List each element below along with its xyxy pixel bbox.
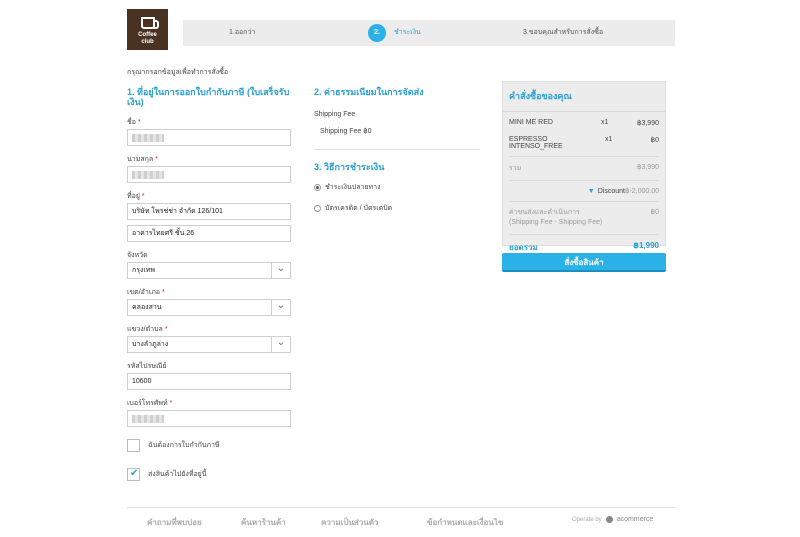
summary-separator [509,156,659,157]
summary-title: คำสั่งซื้อของคุณ [503,82,665,112]
operate-label: Operate by [572,516,602,523]
billing-title: 1. ที่อยู่ในการออกใบกำกับภาษี (ใบเสร็จรั… [127,87,290,107]
coffee-club-logo[interactable]: Coffee club [127,9,168,50]
province-label: จังหวัด [127,252,148,259]
footer-link-terms[interactable]: ข้อกำหนดและเงื่อนไข [427,516,503,529]
payment-option-card[interactable]: บัตรเครดิต / บัตรเดบิต [314,203,480,214]
tax-invoice-label: ฉันต้องการใบกำกับภาษี [148,442,220,449]
last-name-input[interactable] [127,166,291,183]
address-line1-input[interactable]: บริษัท โพรช่ช่า จำกัด 126/101 [127,203,291,220]
step-2: 2. ชำระเงิน [368,20,421,46]
step-3: 3.ขอบคุณสำหรับการสั่งซื้อ [523,29,604,36]
summary-separator [509,180,659,181]
step-2-label: ชำระเงิน [394,29,421,36]
discount-value: ฿-2,000.00 [624,188,659,195]
operated-by: Operate by acommerce [572,516,653,523]
first-name-input[interactable] [127,129,291,146]
footer-divider [127,507,675,508]
billing-section: 1. ที่อยู่ในการออกใบกำกับภาษี (ใบเสร็จรั… [127,87,291,481]
operate-brand: acommerce [616,516,654,523]
step-1: 1.ออกว่า [229,29,256,36]
discount-label: Discount [597,187,625,195]
step-2-number: 2. [368,24,386,42]
shipping-title: 2. ค่าธรรมเนียมในการจัดส่ง [314,87,424,97]
subdistrict-select[interactable]: บางลำภูล่าง [127,336,291,353]
address-label: ที่อยู่ * [127,193,145,200]
same-address-checkbox[interactable] [127,468,140,481]
triangle-down-icon: ▼ [587,187,595,195]
district-select[interactable]: คลองสาน [127,299,291,316]
footer-link-privacy[interactable]: ความเป็นส่วนตัว [321,516,378,529]
cod-label: ชำระเงินปลายทาง [325,184,381,191]
shipping-row: ค่าขนส่งและดำเนินการ (Shipping Fee - Shi… [509,209,659,226]
footer-link-faq[interactable]: คำถามที่พบบ่อย [147,516,202,529]
subtotal-row: รวม ฿3,990 [509,164,659,172]
address-line2-input[interactable]: อาคารไทยศรี ชั้น 26 [127,225,291,242]
logo-line1: Coffee [138,32,157,38]
phone-input[interactable] [127,410,291,427]
summary-separator [509,234,659,235]
payment-option-cod[interactable]: ชำระเงินปลายทาง [314,182,480,193]
shipping-payment-section: 2. ค่าธรรมเนียมในการจัดส่ง Shipping Fee … [314,87,480,214]
postcode-input[interactable]: 10600 [127,373,291,390]
cod-radio[interactable] [314,184,321,191]
subdistrict-label: แขวง/ตำบล * [127,326,168,333]
summary-item: MINI ME RED x1 ฿3,990 [509,119,659,127]
order-summary: คำสั่งซื้อของคุณ MINI ME RED x1 ฿3,990 E… [502,81,666,252]
first-name-label: ชื่อ * [127,119,141,126]
footer-link-store[interactable]: ค้นหาร้านค้า [241,516,286,529]
shipping-fee-label: Shipping Fee [314,111,356,118]
acommerce-logo-icon [605,516,613,523]
section-divider [314,149,480,150]
place-order-button[interactable]: สั่งซื้อสินค้า [502,253,666,272]
district-label: เขต/อำเภอ * [127,289,165,296]
same-address-row[interactable]: ส่งสินค้าไปยังที่อยู่นี้ [127,468,291,481]
last-name-label: นามสกุล * [127,156,158,163]
checkout-steps: 1.ออกว่า 2. ชำระเงิน 3.ขอบคุณสำหรับการสั่… [183,20,675,46]
summary-separator [509,201,659,202]
postcode-label: รหัสไปรษณีย์ [127,363,167,370]
phone-label: เบอร์โทรศัพท์ * [127,400,173,407]
discount-row[interactable]: ▼ Discount ฿-2,000.00 [503,187,665,196]
card-radio[interactable] [314,205,321,212]
intro-text: กรุณากรอกข้อมูลเพื่อทำการสั่งซื้อ [127,69,229,76]
payment-title: 3. วิธีการชำระเงิน [314,162,385,172]
tax-invoice-checkbox[interactable] [127,439,140,452]
logo-line2: club [141,39,154,45]
card-label: บัตรเครดิต / บัตรเดบิต [325,205,393,212]
same-address-label: ส่งสินค้าไปยังที่อยู่นี้ [148,471,207,478]
province-select[interactable]: กรุงเทพ [127,262,291,279]
summary-item: ESPRESSO INTENSO_FREE x1 ฿0 [509,136,659,150]
coffee-cup-icon [140,17,159,29]
tax-invoice-row[interactable]: ฉันต้องการใบกำกับภาษี [127,439,291,452]
shipping-fee-value: Shipping Fee ฿0 [320,128,372,135]
